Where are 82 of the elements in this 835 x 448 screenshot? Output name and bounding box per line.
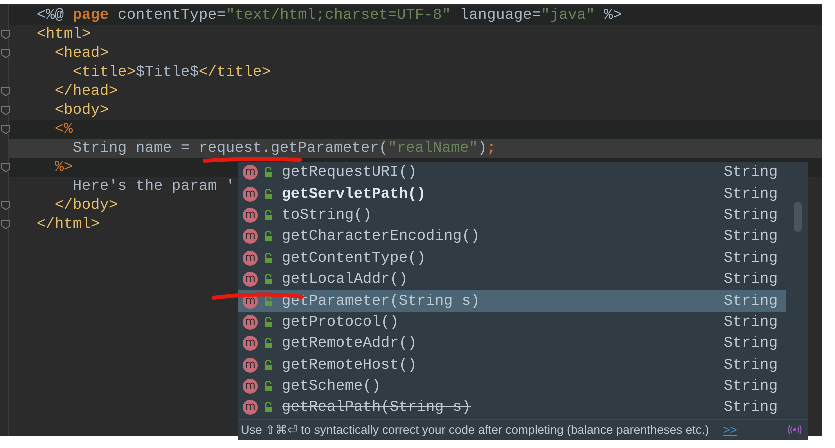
method-icon: m — [243, 250, 258, 266]
completion-item[interactable]: m getRealPath(String s) String — [238, 397, 786, 419]
return-type: String — [724, 271, 780, 288]
hint-text: Use ⇧⌘⏎ to syntactically correct your code after completing (balance parentheses etc.) — [241, 422, 710, 437]
completion-item[interactable]: m getContentType() String — [238, 248, 786, 269]
method-name: toString() — [282, 206, 372, 224]
method-icon: m — [243, 358, 258, 373]
return-type: String — [724, 164, 780, 182]
unlocked-padlock-icon — [264, 231, 273, 242]
method-name: getProtocol() — [282, 314, 400, 331]
code-line: String name = request.getParameter("realName"); — [72, 139, 496, 158]
unlocked-padlock-icon — [264, 274, 273, 286]
broadcast-icon[interactable] — [788, 424, 802, 435]
fold-marker-icon[interactable] — [1, 106, 11, 116]
unlocked-padlock-icon — [264, 210, 273, 221]
completion-item[interactable]: m getLocalAddr() String — [238, 268, 786, 290]
completion-item[interactable]: m getProtocol() String — [238, 312, 786, 334]
return-type: String — [724, 206, 780, 224]
return-type: String — [724, 399, 780, 416]
code-line: Here's the param ' — [72, 177, 236, 196]
fold-marker-icon[interactable] — [1, 30, 11, 40]
code-line: </html> — [37, 215, 100, 234]
method-name: getRealPath(String s) — [282, 399, 472, 416]
unlocked-padlock-icon — [264, 402, 273, 414]
return-type: String — [724, 228, 780, 246]
method-icon: m — [243, 336, 258, 352]
code-line: %> — [54, 158, 74, 177]
method-name: getCharacterEncoding() — [282, 228, 480, 246]
completion-item[interactable]: m getScheme() String — [238, 376, 786, 398]
method-name: getServletPath() — [282, 186, 426, 203]
method-name: getLocalAddr() — [282, 271, 408, 288]
return-type: String — [724, 378, 780, 396]
return-type: String — [724, 335, 780, 352]
unlocked-padlock-icon — [264, 316, 273, 328]
completion-item[interactable]: m getRemoteHost() String — [238, 354, 786, 376]
fold-marker-icon[interactable] — [1, 48, 11, 58]
unlocked-padlock-icon — [264, 338, 273, 350]
return-type: String — [724, 292, 780, 310]
completion-item[interactable]: m toString() String — [238, 204, 786, 226]
completion-item[interactable]: m getServletPath() String — [238, 183, 786, 205]
method-name: getContentType() — [282, 250, 426, 267]
method-icon: m — [243, 229, 258, 244]
unlocked-padlock-icon — [264, 296, 273, 307]
code-line: <head> — [54, 44, 110, 63]
method-icon: m — [243, 314, 258, 330]
unlocked-padlock-icon — [264, 360, 273, 371]
method-icon: m — [243, 400, 258, 416]
return-type: String — [724, 356, 780, 374]
method-name: getRequestURI() — [282, 164, 418, 182]
return-type: String — [724, 250, 780, 267]
code-line: <title>$Title$</title> — [72, 63, 272, 82]
method-name: getRemoteAddr() — [282, 335, 418, 352]
code-line: <%@ page contentType="text/html;charset=UTF-8" language="java" %> — [37, 6, 622, 25]
method-icon: m — [243, 186, 258, 202]
unlocked-padlock-icon — [264, 381, 273, 392]
scrollbar-thumb[interactable] — [794, 202, 802, 232]
fold-marker-icon[interactable] — [1, 200, 11, 210]
fold-marker-icon[interactable] — [1, 86, 11, 96]
fold-marker-icon[interactable] — [1, 124, 11, 134]
fold-marker-icon[interactable] — [1, 220, 11, 230]
method-name: getParameter(String s) — [282, 292, 480, 310]
unlocked-padlock-icon — [264, 188, 273, 200]
unlocked-padlock-icon — [264, 167, 273, 178]
method-icon: m — [243, 272, 258, 288]
code-line: <body> — [54, 101, 110, 120]
method-name: getRemoteHost() — [282, 356, 418, 374]
completion-item[interactable]: m getRemoteAddr() String — [238, 333, 786, 355]
method-icon: m — [243, 208, 258, 223]
method-icon: m — [243, 379, 258, 394]
return-type: String — [724, 314, 780, 331]
completion-item[interactable]: m getParameter(String s) String — [238, 290, 786, 312]
method-name: getScheme() — [282, 378, 382, 396]
code-line: <% — [54, 120, 74, 139]
completion-item[interactable]: m getCharacterEncoding() String — [238, 226, 786, 248]
unlocked-padlock-icon — [264, 252, 273, 264]
fold-marker-icon[interactable] — [1, 162, 11, 172]
completion-item[interactable]: m getRequestURI() String — [238, 162, 786, 184]
method-icon: m — [243, 165, 258, 180]
code-line: <html> — [37, 25, 92, 44]
code-line: </head> — [54, 82, 118, 101]
return-type: String — [724, 186, 780, 203]
code-line: </body> — [54, 196, 118, 215]
